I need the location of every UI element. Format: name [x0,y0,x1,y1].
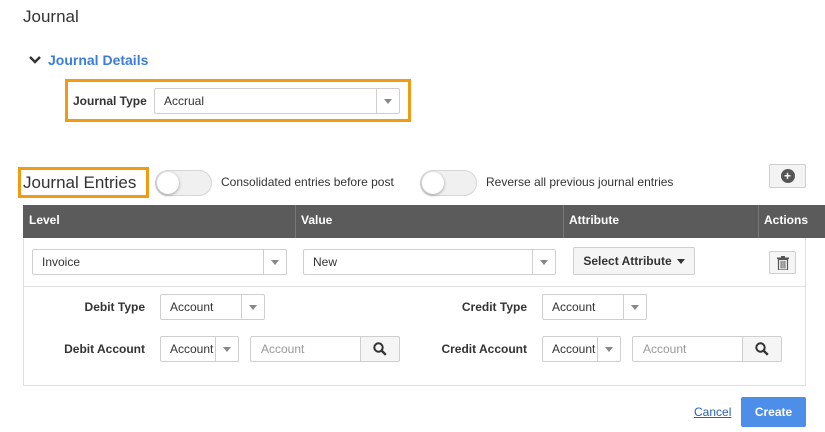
delete-row-button[interactable] [769,251,796,274]
consolidated-toggle[interactable] [155,170,212,196]
dropdown-arrow-icon [376,89,399,113]
credit-account-select[interactable]: Account [542,336,621,362]
debit-account-input[interactable] [250,336,361,362]
column-level: Level [29,213,60,227]
reverse-label: Reverse all previous journal entries [486,175,674,189]
toggle-knob [157,172,179,194]
select-attribute-label: Select Attribute [583,254,672,268]
column-value: Value [301,213,333,227]
search-icon [373,342,387,356]
trash-icon [776,255,789,270]
debit-account-select-value: Account [170,342,214,356]
credit-account-label: Credit Account [441,342,527,356]
credit-account-input[interactable] [632,336,743,362]
level-value: Invoice [42,255,81,269]
debit-account-search-button[interactable] [361,336,400,362]
journal-type-value: Accrual [164,94,205,108]
journal-type-label: Journal Type [73,94,147,108]
dropdown-arrow-icon [532,250,555,274]
dropdown-arrow-icon [263,250,286,274]
journal-details-label: Journal Details [48,52,149,68]
column-attribute: Attribute [569,213,619,227]
debit-type-label: Debit Type [84,300,145,314]
cancel-link[interactable]: Cancel [694,405,731,419]
create-button[interactable]: Create [741,397,806,427]
journal-details-toggle[interactable]: Journal Details [28,52,148,68]
journal-entries-title: Journal Entries [23,173,137,192]
consolidated-label: Consolidated entries before post [221,175,394,189]
credit-type-value: Account [552,300,596,314]
chevron-down-icon [29,56,41,64]
level-select[interactable]: Invoice [32,249,287,275]
toggle-knob [422,172,444,194]
plus-icon: + [780,169,795,183]
value-value: New [313,255,338,269]
caret-down-icon [676,258,685,264]
credit-type-label: Credit Type [461,300,527,314]
column-actions: Actions [764,213,809,227]
search-icon [755,342,769,356]
debit-type-value: Account [170,300,214,314]
dropdown-arrow-icon [623,295,646,319]
dropdown-arrow-icon [241,295,264,319]
dropdown-arrow-icon [597,337,620,361]
debit-account-select[interactable]: Account [160,336,239,362]
credit-account-search-button[interactable] [743,336,782,362]
add-entry-button[interactable]: + [769,164,806,188]
page-title: Journal [23,7,79,26]
journal-type-select[interactable]: Accrual [154,88,400,114]
credit-account-select-value: Account [552,342,596,356]
value-select[interactable]: New [303,249,556,275]
entries-table-header: Level Value Attribute Actions [23,205,825,238]
select-attribute-button[interactable]: Select Attribute [573,247,695,275]
reverse-toggle[interactable] [420,170,477,196]
credit-type-select[interactable]: Account [542,294,647,320]
debit-account-label: Debit Account [64,342,145,356]
debit-type-select[interactable]: Account [160,294,265,320]
dropdown-arrow-icon [215,337,238,361]
